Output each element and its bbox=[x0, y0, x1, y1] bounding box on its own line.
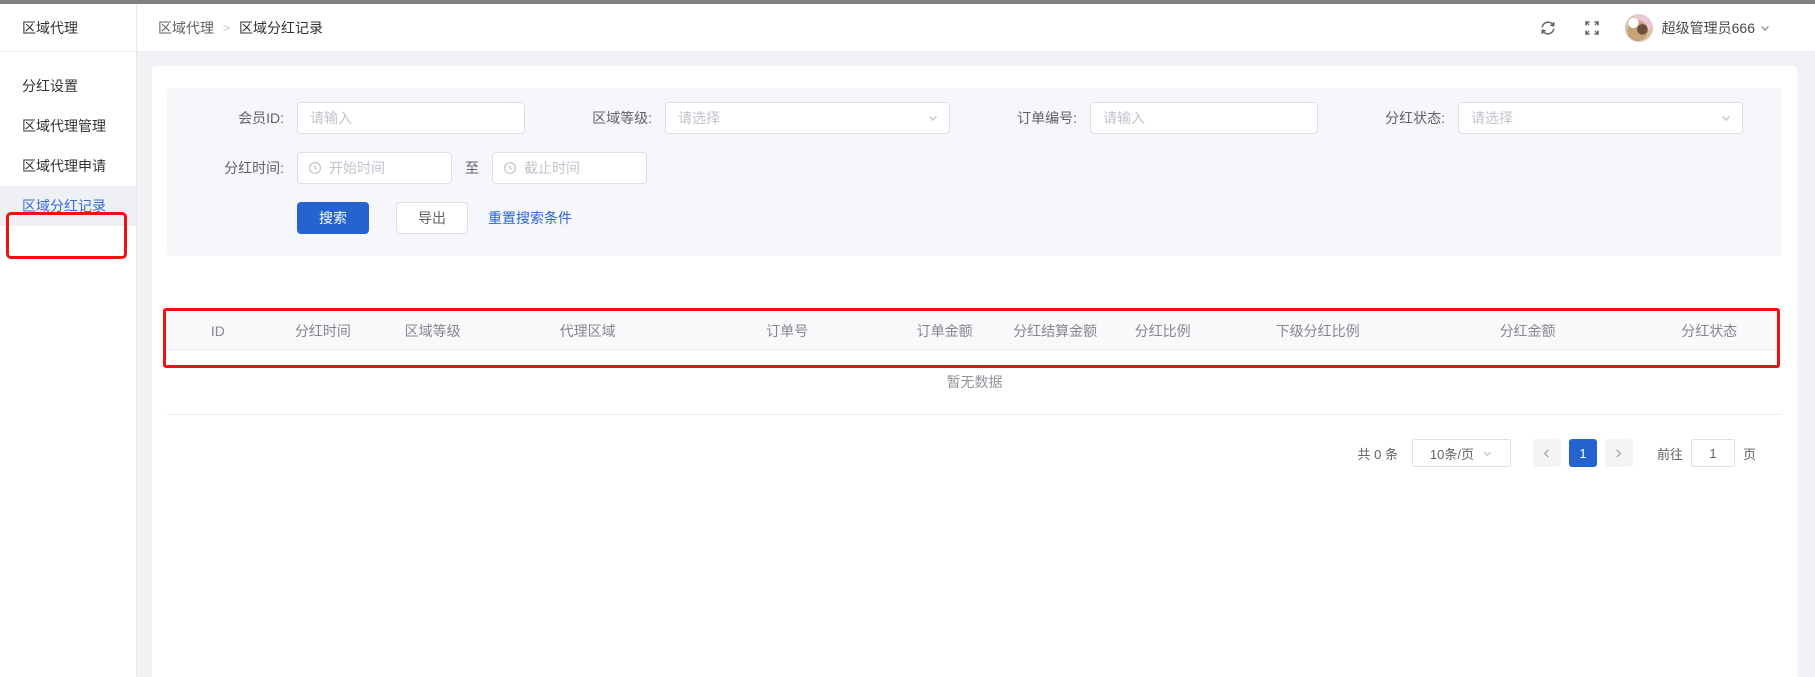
reset-filters-link[interactable]: 重置搜索条件 bbox=[488, 208, 572, 228]
order-no-input[interactable] bbox=[1090, 102, 1318, 134]
table-header-row: ID 分红时间 区域等级 代理区域 订单号 订单金额 分红结算金额 分红比例 下… bbox=[167, 312, 1782, 350]
select-placeholder: 请选择 bbox=[678, 108, 720, 128]
sidebar: 区域代理 分红设置 区域代理管理 区域代理申请 区域分红记录 bbox=[0, 4, 137, 677]
sidebar-title: 区域代理 bbox=[0, 4, 136, 52]
app-layout: 区域代理 分红设置 区域代理管理 区域代理申请 区域分红记录 区域代理 > 区域… bbox=[0, 4, 1815, 677]
page-unit-label: 页 bbox=[1743, 444, 1756, 463]
empty-state-text: 暂无数据 bbox=[947, 372, 1003, 392]
refresh-icon[interactable] bbox=[1539, 19, 1557, 37]
filter-row-1: 会员ID: 区域等级: 请选择 订单编号: bbox=[167, 102, 1782, 134]
filter-region-level: 区域等级: 请选择 bbox=[565, 102, 950, 134]
current-page-button[interactable]: 1 bbox=[1569, 439, 1597, 467]
column-header-dividend-amount: 分红金额 bbox=[1419, 321, 1637, 341]
member-id-label: 会员ID: bbox=[167, 108, 297, 128]
start-time-placeholder: 开始时间 bbox=[329, 158, 385, 178]
dividend-status-label: 分红状态: bbox=[1358, 108, 1458, 128]
breadcrumb-separator: > bbox=[223, 21, 230, 35]
time-range-separator: 至 bbox=[465, 158, 479, 178]
chevron-right-icon bbox=[1613, 448, 1624, 459]
content-background: 会员ID: 区域等级: 请选择 订单编号: bbox=[137, 52, 1815, 677]
export-button[interactable]: 导出 bbox=[396, 202, 468, 234]
start-time-input[interactable]: 开始时间 bbox=[297, 152, 452, 184]
sidebar-item-label: 区域代理申请 bbox=[22, 156, 106, 176]
search-button[interactable]: 搜索 bbox=[297, 202, 369, 234]
breadcrumb: 区域代理 > 区域分红记录 bbox=[158, 18, 323, 38]
column-header-order-amount: 订单金额 bbox=[887, 321, 1002, 341]
next-page-button[interactable] bbox=[1605, 439, 1633, 467]
column-header-sub-dividend-ratio: 下级分红比例 bbox=[1217, 321, 1419, 341]
column-header-id: ID bbox=[167, 323, 269, 339]
user-menu[interactable]: 超级管理员666 bbox=[1662, 18, 1771, 38]
pagination: 共 0 条 10条/页 1 前往 页 bbox=[167, 439, 1782, 467]
end-time-input[interactable]: 截止时间 bbox=[492, 152, 647, 184]
sidebar-item-label: 区域分红记录 bbox=[22, 196, 106, 216]
column-header-settle-amount: 分红结算金额 bbox=[1002, 321, 1109, 341]
column-header-region-level: 区域等级 bbox=[377, 321, 488, 341]
column-header-agent-region: 代理区域 bbox=[488, 321, 687, 341]
empty-state: 暂无数据 bbox=[167, 350, 1782, 415]
sidebar-item-region-agent-apply[interactable]: 区域代理申请 bbox=[0, 146, 136, 186]
chevron-down-icon bbox=[1720, 112, 1732, 124]
order-no-label: 订单编号: bbox=[990, 108, 1090, 128]
filter-dividend-time: 分红时间: 开始时间 至 截止时间 bbox=[167, 152, 647, 184]
chevron-down-icon bbox=[927, 112, 939, 124]
sidebar-item-dividend-settings[interactable]: 分红设置 bbox=[0, 66, 136, 106]
page-size-select[interactable]: 10条/页 bbox=[1412, 439, 1511, 467]
fullscreen-icon[interactable] bbox=[1583, 19, 1601, 37]
user-avatar[interactable] bbox=[1625, 14, 1653, 42]
goto-page: 前往 页 bbox=[1657, 439, 1756, 467]
clock-icon bbox=[308, 161, 322, 175]
column-header-order-no: 订单号 bbox=[687, 321, 887, 341]
content-card: 会员ID: 区域等级: 请选择 订单编号: bbox=[152, 66, 1797, 677]
column-header-dividend-time: 分红时间 bbox=[269, 321, 377, 341]
sidebar-item-region-dividend-records[interactable]: 区域分红记录 bbox=[0, 186, 136, 226]
records-table: ID 分红时间 区域等级 代理区域 订单号 订单金额 分红结算金额 分红比例 下… bbox=[167, 312, 1782, 415]
member-id-input[interactable] bbox=[297, 102, 525, 134]
select-placeholder: 请选择 bbox=[1471, 108, 1513, 128]
filter-panel: 会员ID: 区域等级: 请选择 订单编号: bbox=[167, 88, 1782, 256]
pagination-total: 共 0 条 bbox=[1358, 444, 1398, 463]
breadcrumb-parent[interactable]: 区域代理 bbox=[158, 18, 214, 38]
sidebar-menu: 分红设置 区域代理管理 区域代理申请 区域分红记录 bbox=[0, 52, 136, 226]
page-size-value: 10条/页 bbox=[1430, 444, 1474, 463]
chevron-left-icon bbox=[1541, 448, 1552, 459]
column-header-dividend-ratio: 分红比例 bbox=[1108, 321, 1216, 341]
chevron-down-icon bbox=[1759, 22, 1771, 34]
user-name: 超级管理员666 bbox=[1662, 18, 1755, 38]
end-time-placeholder: 截止时间 bbox=[524, 158, 580, 178]
clock-icon bbox=[503, 161, 517, 175]
sidebar-item-label: 区域代理管理 bbox=[22, 116, 106, 136]
topbar: 区域代理 > 区域分红记录 超级管理员666 bbox=[137, 4, 1815, 52]
prev-page-button[interactable] bbox=[1533, 439, 1561, 467]
goto-page-input[interactable] bbox=[1691, 439, 1735, 467]
main-column: 区域代理 > 区域分红记录 超级管理员666 bbox=[137, 4, 1815, 677]
dividend-time-label: 分红时间: bbox=[167, 158, 297, 178]
filter-member-id: 会员ID: bbox=[167, 102, 525, 134]
dividend-status-select[interactable]: 请选择 bbox=[1458, 102, 1743, 134]
sidebar-item-label: 分红设置 bbox=[22, 76, 78, 96]
filter-order-no: 订单编号: bbox=[990, 102, 1318, 134]
goto-label: 前往 bbox=[1657, 444, 1683, 463]
region-level-label: 区域等级: bbox=[565, 108, 665, 128]
column-header-dividend-status: 分红状态 bbox=[1637, 321, 1782, 341]
topbar-actions: 超级管理员666 bbox=[1513, 14, 1771, 42]
filter-dividend-status: 分红状态: 请选择 bbox=[1358, 102, 1743, 134]
breadcrumb-current: 区域分红记录 bbox=[239, 18, 323, 38]
filter-buttons-row: 搜索 导出 重置搜索条件 bbox=[167, 202, 1782, 234]
sidebar-item-region-agent-manage[interactable]: 区域代理管理 bbox=[0, 106, 136, 146]
chevron-down-icon bbox=[1482, 448, 1493, 459]
filter-row-2: 分红时间: 开始时间 至 截止时间 bbox=[167, 152, 1782, 184]
region-level-select[interactable]: 请选择 bbox=[665, 102, 950, 134]
